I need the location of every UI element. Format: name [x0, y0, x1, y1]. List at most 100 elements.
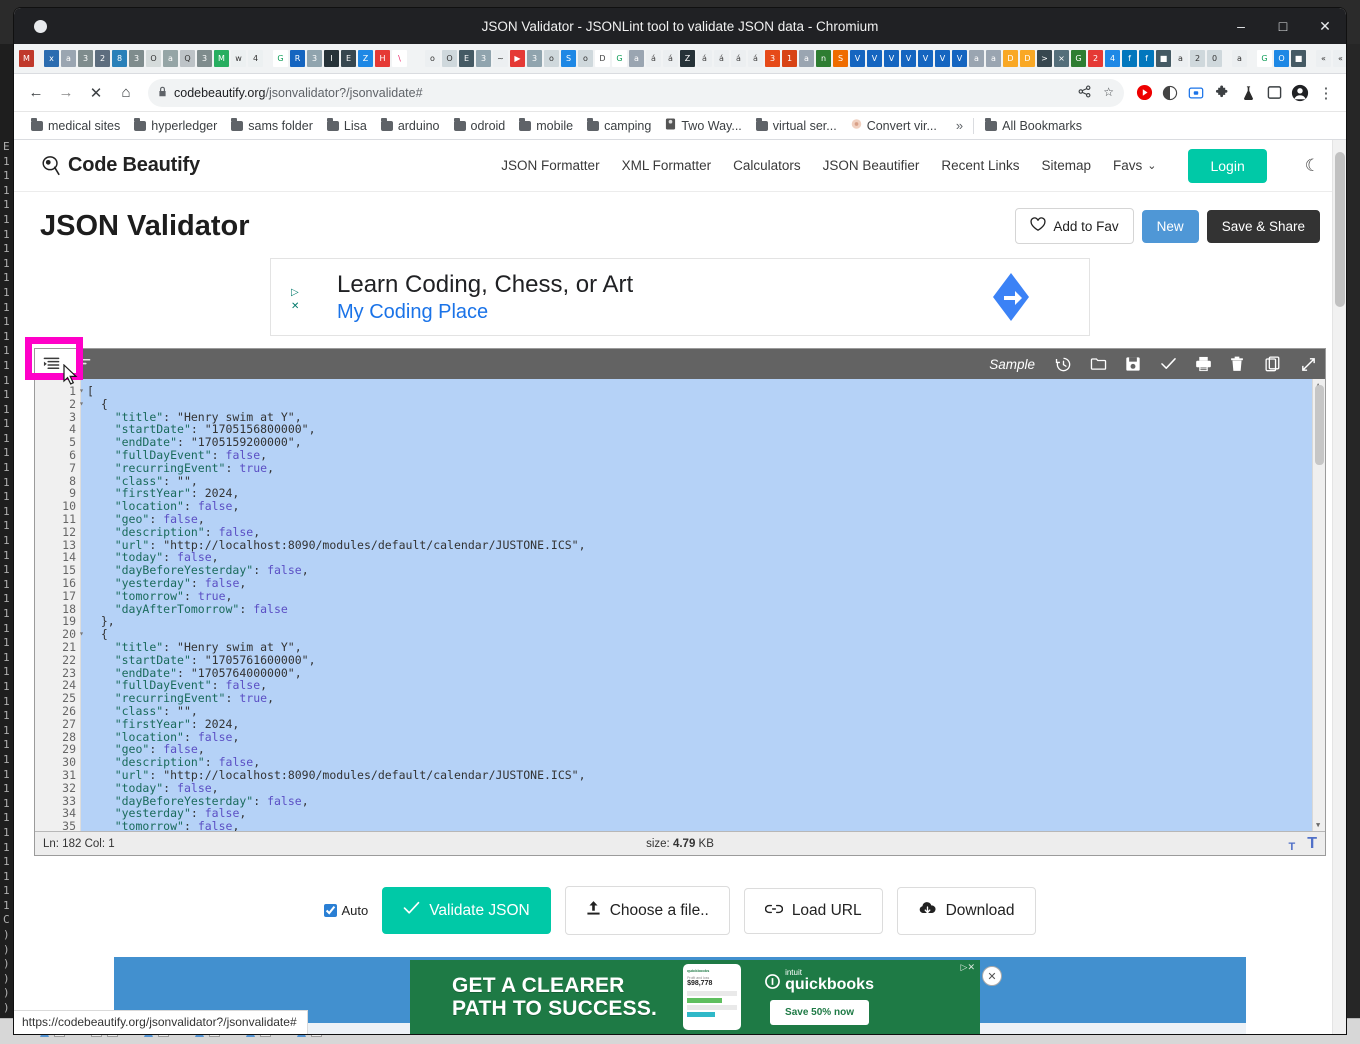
tab-favicon[interactable]: O — [442, 50, 457, 67]
bookmark-item[interactable]: odroid — [447, 116, 513, 136]
bookmarks-overflow-icon[interactable]: » — [950, 118, 969, 133]
login-button[interactable]: Login — [1188, 148, 1267, 183]
tab-favicon[interactable]: á — [663, 50, 678, 67]
bottom-ad-cta[interactable]: Save 50% now — [770, 1000, 869, 1025]
tab-strip[interactable]: M x a 3 2 8 3 O a Q 3 M w 4 G R 3 I E Z … — [14, 44, 1346, 74]
tab-favicon[interactable]: Q — [180, 50, 195, 67]
tab-favicon[interactable]: a — [969, 50, 984, 67]
bottom-ad-close-button[interactable]: ✕ — [982, 966, 1002, 986]
tab-favicon[interactable]: f — [1122, 50, 1137, 67]
tab-favicon[interactable]: V — [901, 50, 916, 67]
tab-favicon[interactable]: G — [1071, 50, 1086, 67]
address-bar[interactable]: codebeautify.org/jsonvalidator?/jsonvali… — [148, 78, 1124, 107]
auto-checkbox[interactable] — [324, 904, 338, 917]
load-url-button[interactable]: Load URL — [743, 887, 883, 934]
tab-favicon[interactable]: D — [1003, 50, 1018, 67]
tab-favicon[interactable]: I — [324, 50, 339, 67]
browser-menu-icon[interactable]: ⋮ — [1314, 81, 1338, 105]
site-logo[interactable]: Code Beautify — [40, 154, 200, 177]
tab-favicon[interactable]: 1 — [782, 50, 797, 67]
bottom-ad-choices-icon[interactable]: ▷✕ — [961, 962, 975, 973]
tab-favicon[interactable]: \ — [392, 50, 407, 67]
close-button[interactable]: ✕ — [1304, 8, 1346, 44]
tab-favicon[interactable]: R — [290, 50, 305, 67]
active-tab-indicator[interactable] — [34, 19, 47, 33]
tab-favicon[interactable]: f — [1139, 50, 1154, 67]
bookmark-item[interactable]: Two Way... — [658, 115, 748, 136]
tab-favicon[interactable]: 3 — [527, 50, 542, 67]
page-scrollbar-thumb[interactable] — [1335, 152, 1345, 307]
nav-calculators[interactable]: Calculators — [733, 158, 801, 173]
tab-favicon[interactable]: V — [884, 50, 899, 67]
tab-favicon[interactable]: 4 — [248, 50, 263, 67]
fullscreen-icon[interactable] — [1300, 356, 1317, 372]
youtube-extension-icon[interactable] — [1132, 81, 1156, 105]
tab-favicon[interactable]: á — [748, 50, 763, 67]
lab-flask-extension-icon[interactable] — [1236, 81, 1260, 105]
tab-favicon[interactable]: 3 — [197, 50, 212, 67]
page-scrollbar[interactable] — [1332, 140, 1346, 1034]
tab-favicon[interactable]: V — [850, 50, 865, 67]
tab-favicon[interactable]: 3 — [765, 50, 780, 67]
nav-recent-links[interactable]: Recent Links — [941, 158, 1019, 173]
tab-favicon[interactable]: x — [44, 50, 59, 67]
tab-favicon[interactable]: a — [799, 50, 814, 67]
bookmark-item[interactable]: mobile — [512, 116, 580, 136]
download-button[interactable]: Download — [896, 886, 1036, 935]
tab-favicon[interactable]: 3 — [129, 50, 144, 67]
tab-favicon[interactable]: « — [1333, 50, 1346, 67]
tab-favicon[interactable]: × — [1054, 50, 1069, 67]
tab-favicon[interactable]: ▶ — [510, 50, 525, 67]
back-icon[interactable]: ← — [22, 79, 50, 107]
choose-file-button[interactable]: Choose a file.. — [564, 886, 730, 935]
bookmark-item[interactable]: Lisa — [320, 116, 374, 136]
tab-favicon[interactable]: 2 — [95, 50, 110, 67]
nav-favs[interactable]: Favs ⌄ — [1113, 158, 1156, 173]
nav-json-formatter[interactable]: JSON Formatter — [501, 158, 599, 173]
tab-favicon[interactable]: a — [163, 50, 178, 67]
tab-favicon[interactable]: Z — [358, 50, 373, 67]
tab-favicon[interactable]: Z — [680, 50, 695, 67]
bookmark-item[interactable]: Convert vir... — [844, 115, 944, 136]
copy-icon[interactable] — [1265, 356, 1282, 372]
tab-favicon[interactable]: o — [578, 50, 593, 67]
tab-favicon[interactable]: á — [714, 50, 729, 67]
tab-favicon[interactable]: M — [214, 50, 229, 67]
screen-recorder-extension-icon[interactable] — [1184, 81, 1208, 105]
check-icon[interactable] — [1160, 356, 1177, 372]
tab-favicon[interactable]: 8 — [112, 50, 127, 67]
tab-favicon[interactable]: a — [986, 50, 1001, 67]
tab-favicon[interactable]: 0 — [1207, 50, 1222, 67]
stop-icon[interactable]: ✕ — [82, 79, 110, 107]
dark-reader-extension-icon[interactable] — [1158, 81, 1182, 105]
extensions-puzzle-icon[interactable] — [1210, 81, 1234, 105]
tab-favicon[interactable]: 3 — [78, 50, 93, 67]
tab-favicon[interactable]: 2 — [1088, 50, 1103, 67]
tab-favicon[interactable]: o — [425, 50, 440, 67]
tab-favicon[interactable]: a — [629, 50, 644, 67]
history-icon[interactable] — [1055, 356, 1072, 372]
tab-favicon[interactable]: S — [561, 50, 576, 67]
minimize-button[interactable]: – — [1220, 8, 1262, 44]
forward-icon[interactable]: → — [52, 79, 80, 107]
code-scrollbar-thumb[interactable] — [1315, 385, 1324, 465]
nav-sitemap[interactable]: Sitemap — [1041, 158, 1091, 173]
tab-favicon[interactable]: V — [918, 50, 933, 67]
print-icon[interactable] — [1195, 356, 1212, 372]
tab-favicon[interactable]: a — [61, 50, 76, 67]
tab-favicon[interactable]: D — [595, 50, 610, 67]
validate-json-button[interactable]: Validate JSON — [382, 887, 551, 934]
tab-favicon[interactable]: G — [1257, 50, 1272, 67]
tab-favicon[interactable]: S — [833, 50, 848, 67]
share-icon[interactable] — [1078, 85, 1091, 101]
tab-favicon[interactable]: 3 — [307, 50, 322, 67]
bookmark-item[interactable]: camping — [580, 116, 658, 136]
code-editor-area[interactable]: 1 ▾ 2 ▾ 3 4 5 6 7 8 9 10 11 12 13 14 15 16 17 18 19 20 ▾ 21 22 23… — [35, 379, 1325, 831]
tab-favicon[interactable]: 4 — [1105, 50, 1120, 67]
tab-favicon[interactable]: E — [341, 50, 356, 67]
all-bookmarks-item[interactable]: All Bookmarks — [978, 116, 1089, 136]
tab-favicon[interactable]: á — [646, 50, 661, 67]
tab-favicon[interactable]: V — [935, 50, 950, 67]
tab-favicon[interactable]: O — [1274, 50, 1289, 67]
tab-favicon[interactable]: a — [1232, 50, 1247, 67]
